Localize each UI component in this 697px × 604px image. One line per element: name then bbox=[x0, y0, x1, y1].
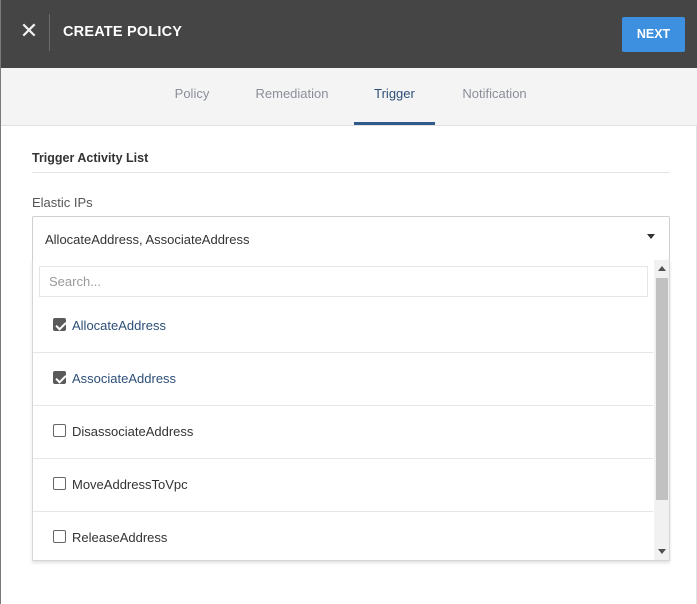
close-icon[interactable]: ✕ bbox=[15, 18, 43, 46]
dialog-title: CREATE POLICY bbox=[63, 24, 183, 40]
active-tab-indicator bbox=[354, 122, 435, 125]
option-move-address-to-vpc[interactable]: MoveAddressToVpc bbox=[33, 459, 653, 512]
checkbox[interactable] bbox=[53, 530, 66, 543]
tab-notification[interactable]: Notification bbox=[447, 68, 542, 126]
section-title: Trigger Activity List bbox=[32, 151, 149, 165]
checkbox[interactable] bbox=[53, 424, 66, 437]
next-button[interactable]: NEXT bbox=[622, 17, 685, 52]
scroll-up-arrow-icon[interactable] bbox=[658, 266, 666, 271]
option-release-address[interactable]: ReleaseAddress bbox=[33, 512, 653, 560]
checkbox[interactable] bbox=[53, 318, 66, 331]
option-label: ReleaseAddress bbox=[72, 530, 168, 545]
option-label: MoveAddressToVpc bbox=[72, 477, 188, 492]
tab-remediation[interactable]: Remediation bbox=[244, 68, 340, 126]
dialog-header: ✕ CREATE POLICY NEXT bbox=[1, 0, 697, 68]
caret-down-icon bbox=[647, 234, 655, 239]
option-allocate-address[interactable]: AllocateAddress bbox=[33, 300, 653, 353]
dropdown-menu: AllocateAddress AssociateAddress Disasso… bbox=[32, 260, 670, 561]
checkbox[interactable] bbox=[53, 477, 66, 490]
section-divider bbox=[32, 172, 670, 173]
header-divider bbox=[49, 14, 50, 51]
scroll-thumb[interactable] bbox=[656, 278, 668, 500]
option-associate-address[interactable]: AssociateAddress bbox=[33, 353, 653, 406]
create-policy-dialog: ✕ CREATE POLICY NEXT Policy Remediation … bbox=[0, 0, 697, 604]
select-value: AllocateAddress, AssociateAddress bbox=[45, 232, 250, 247]
tab-trigger[interactable]: Trigger bbox=[354, 68, 435, 126]
checkbox[interactable] bbox=[53, 371, 66, 384]
option-label: AssociateAddress bbox=[72, 371, 177, 386]
search-input[interactable] bbox=[39, 266, 648, 297]
tab-policy[interactable]: Policy bbox=[159, 68, 225, 126]
scrollbar[interactable] bbox=[654, 260, 669, 560]
option-label: DisassociateAddress bbox=[72, 424, 194, 439]
wizard-tabs: Policy Remediation Trigger Notification bbox=[1, 68, 697, 126]
scroll-down-arrow-icon[interactable] bbox=[658, 549, 666, 554]
option-disassociate-address[interactable]: DisassociateAddress bbox=[33, 406, 653, 459]
option-label: AllocateAddress bbox=[72, 318, 166, 333]
field-label: Elastic IPs bbox=[32, 195, 93, 210]
elastic-ips-select[interactable]: AllocateAddress, AssociateAddress bbox=[32, 216, 670, 261]
